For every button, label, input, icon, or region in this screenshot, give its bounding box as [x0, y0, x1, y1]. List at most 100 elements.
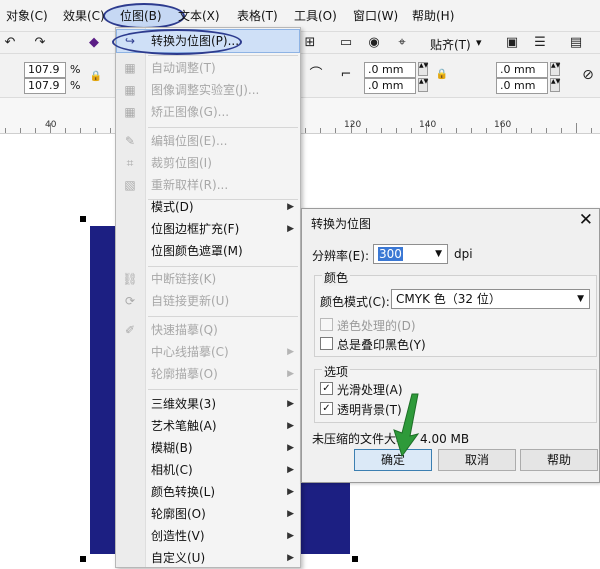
menu-item-label: 模式(D): [151, 200, 194, 214]
menu-help[interactable]: 帮助(H): [412, 7, 454, 25]
menu-item-creative[interactable]: 创造性(V) ▶: [116, 525, 300, 547]
menu-item-centerline-trace[interactable]: 中心线描摹(C) ▶: [116, 341, 300, 363]
menu-object[interactable]: 对象(C): [6, 7, 48, 25]
color-mode-label: 颜色模式(C):: [320, 295, 390, 309]
menu-item-break-link[interactable]: ⛓ 中断链接(K): [116, 268, 300, 290]
menu-item-color-transform[interactable]: 颜色转换(L) ▶: [116, 481, 300, 503]
snap-to-dropdown[interactable]: 贴齐(T): [430, 36, 471, 53]
spinner-icon[interactable]: ▲▼: [550, 62, 560, 76]
menu-item-label: 编辑位图(E)...: [151, 134, 228, 148]
transparent-bg-checkbox[interactable]: ✓: [320, 402, 333, 415]
auto-adjust-icon: ▦: [124, 61, 136, 75]
ruler-label: 160: [494, 120, 512, 130]
selection-handle[interactable]: [80, 216, 86, 222]
menu-item-label: 模糊(B): [151, 441, 193, 455]
selection-handle[interactable]: [352, 556, 358, 562]
submenu-arrow-icon: ▶: [287, 531, 294, 541]
percent-unit: %: [70, 79, 81, 92]
always-overprint-checkbox[interactable]: [320, 337, 333, 350]
rulers-icon[interactable]: ▭: [336, 34, 356, 52]
always-overprint-label: 总是叠印黑色(Y): [337, 338, 426, 352]
menu-item-camera[interactable]: 相机(C) ▶: [116, 459, 300, 481]
menu-item-label: 位图边框扩充(F): [151, 222, 240, 236]
menu-item-label: 重新取样(R)...: [151, 178, 229, 192]
guides-icon[interactable]: ⌖: [392, 34, 412, 52]
menu-item-crop-bitmap[interactable]: ⌗ 裁剪位图(I): [116, 152, 300, 174]
spinner-icon[interactable]: ▲▼: [550, 78, 560, 92]
outline-pen-icon[interactable]: ⊘: [578, 66, 598, 84]
menu-item-quick-trace[interactable]: ✐ 快速描摹(Q): [116, 319, 300, 341]
menu-bitmaps[interactable]: 位图(B): [120, 7, 162, 25]
menu-item-image-adjustment-lab[interactable]: ▦ 图像调整实验室(J)...: [116, 79, 300, 101]
selection-handle[interactable]: [80, 556, 86, 562]
menu-item-label: 相机(C): [151, 463, 193, 477]
antialias-checkbox[interactable]: ✓: [320, 382, 333, 395]
dither-checkbox[interactable]: [320, 318, 333, 331]
menu-item-border-expansion[interactable]: 位图边框扩充(F) ▶: [116, 218, 300, 240]
straighten-icon: ▦: [124, 105, 136, 119]
menu-item-resample[interactable]: ▧ 重新取样(R)...: [116, 174, 300, 196]
lock-corners-icon[interactable]: 🔒: [432, 66, 452, 84]
resample-icon: ▧: [124, 178, 136, 192]
close-icon[interactable]: ✕: [579, 210, 593, 230]
help-button[interactable]: 帮助: [520, 449, 598, 471]
chevron-down-icon[interactable]: ▾: [476, 36, 482, 49]
menu-item-art-strokes[interactable]: 艺术笔触(A) ▶: [116, 415, 300, 437]
options-icon[interactable]: ▣: [502, 34, 522, 52]
image-lab-icon: ▦: [124, 83, 136, 97]
scale-height-input[interactable]: 107.9: [24, 78, 66, 94]
cancel-button[interactable]: 取消: [438, 449, 516, 471]
menu-item-color-mask[interactable]: 位图颜色遮罩(M): [116, 240, 300, 262]
menu-item-3d-effects[interactable]: 三维效果(3) ▶: [116, 393, 300, 415]
menu-item-update-link[interactable]: ⟳ 自链接更新(U): [116, 290, 300, 312]
annotation-arrow-icon: [393, 393, 420, 458]
percent-unit: %: [70, 63, 81, 76]
view-icon[interactable]: ◉: [364, 34, 384, 52]
scale-width-input[interactable]: 107.9: [24, 62, 66, 78]
menu-item-auto-adjust[interactable]: ▦ 自动调整(T): [116, 57, 300, 79]
undo-icon[interactable]: ↶: [0, 34, 20, 52]
corner-round-icon[interactable]: ⌒: [306, 66, 326, 84]
app-launcher-icon[interactable]: ◆: [84, 34, 104, 52]
menu-text[interactable]: 文本(X): [178, 7, 220, 25]
zoom-icon[interactable]: ⊞: [300, 34, 320, 52]
corner-chamfer-icon[interactable]: ⌐: [336, 66, 356, 84]
chevron-down-icon: ▼: [435, 249, 442, 259]
menu-item-mode[interactable]: 模式(D) ▶: [116, 196, 300, 218]
menu-item-convert-to-bitmap[interactable]: ↪ 转换为位图(P)...: [116, 30, 300, 52]
menu-item-custom[interactable]: 自定义(U) ▶: [116, 547, 300, 569]
menu-tools[interactable]: 工具(O): [294, 7, 337, 25]
spinner-icon[interactable]: ▲▼: [418, 78, 428, 92]
menu-item-label: 艺术笔触(A): [151, 419, 217, 433]
menu-item-label: 快速描摹(Q): [151, 323, 218, 337]
menu-item-label: 矫正图像(G)...: [151, 105, 230, 119]
launch-icon[interactable]: ▤: [566, 34, 586, 52]
corner-radius-input-3[interactable]: .0 mm: [496, 62, 548, 78]
convert-to-bitmap-dialog: 转换为位图 ✕ 分辨率(E): 300 ▼ dpi 颜色 颜色模式(C): CM…: [301, 208, 600, 483]
menu-item-straighten-image[interactable]: ▦ 矫正图像(G)...: [116, 101, 300, 123]
submenu-arrow-icon: ▶: [287, 465, 294, 475]
lock-ratio-icon[interactable]: 🔒: [86, 68, 106, 86]
align-icon[interactable]: ☰: [530, 34, 550, 52]
menu-item-label: 自定义(U): [151, 551, 206, 565]
menu-item-blur[interactable]: 模糊(B) ▶: [116, 437, 300, 459]
spinner-icon[interactable]: ▲▼: [418, 62, 428, 76]
submenu-arrow-icon: ▶: [287, 487, 294, 497]
menu-item-label: 轮廓图(O): [151, 507, 206, 521]
menu-table[interactable]: 表格(T): [237, 7, 278, 25]
corner-radius-input-2[interactable]: .0 mm: [364, 78, 416, 94]
menu-item-contour[interactable]: 轮廓图(O) ▶: [116, 503, 300, 525]
dialog-title: 转换为位图: [311, 217, 372, 231]
color-mode-select[interactable]: CMYK 色（32 位） ▼: [391, 289, 590, 309]
menu-window[interactable]: 窗口(W): [353, 7, 398, 25]
menu-item-outline-trace[interactable]: 轮廓描摹(O) ▶: [116, 363, 300, 385]
menu-item-label: 创造性(V): [151, 529, 205, 543]
corner-radius-input-1[interactable]: .0 mm: [364, 62, 416, 78]
menu-item-label: 图像调整实验室(J)...: [151, 83, 260, 97]
menu-item-edit-bitmap[interactable]: ✎ 编辑位图(E)...: [116, 130, 300, 152]
menu-effects[interactable]: 效果(C): [63, 7, 105, 25]
corner-radius-input-4[interactable]: .0 mm: [496, 78, 548, 94]
redo-icon[interactable]: ↷: [30, 34, 50, 52]
options-group-title: 选项: [322, 363, 351, 380]
resolution-select[interactable]: 300 ▼: [373, 244, 448, 264]
